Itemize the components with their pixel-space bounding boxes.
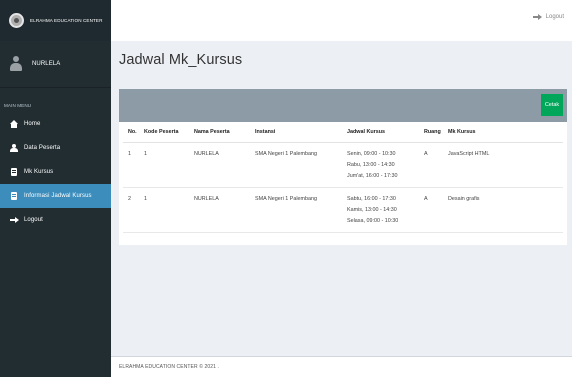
schedule-line: Kamis, 13:00 - 14:30 [347,206,397,213]
column-header-mk-kursus: Mk Kursus [443,122,563,143]
table-header-row: No. Kode Peserta Nama Peserta Instansi J… [123,122,563,143]
schedule-line: Selasa, 09:00 - 10:30 [347,217,399,224]
cell-kode-peserta: 1 [139,142,189,188]
sign-out-icon [9,216,19,225]
logout-link[interactable]: Logout [532,13,564,21]
sidebar-item-label: Data Peserta [24,145,61,151]
sign-out-icon [532,13,542,21]
box-header: Cetak [119,89,567,122]
schedule-line: Sabtu, 16:00 - 17:30 [347,195,396,202]
sidebar-item-informasi-jadwal-kursus[interactable]: Informasi Jadwal Kursus [0,184,111,208]
book-icon [9,168,19,177]
sidebar: ELRAHMA EDUCATION CENTER NURLELA MAIN ME… [0,0,111,377]
logout-label: Logout [545,14,564,20]
sidebar-item-home[interactable]: Home [0,112,111,136]
list-icon [9,192,19,201]
sidebar-item-label: Mk Kursus [24,169,54,175]
cell-ruang: A [419,142,443,188]
cell-mk-kursus: JavaScript HTML [443,142,563,188]
footer: ELRAHMA EDUCATION CENTER © 2021 . [111,356,572,377]
footer-copyright: ELRAHMA EDUCATION CENTER © 2021 . [119,364,219,370]
column-header-jadwal-kursus: Jadwal Kursus [342,122,419,143]
schedule-line: Rabu, 13:00 - 14:30 [347,161,395,168]
menu-header: MAIN MENU [4,103,32,108]
top-navbar: Logout [111,0,572,41]
cell-instansi: SMA Negeri 1 Palembang [250,142,342,188]
cell-instansi: SMA Negeri 1 Palembang [250,187,342,233]
user-icon [9,144,19,153]
cell-jadwal-kursus: Senin, 09:00 - 10:30 Rabu, 13:00 - 14:30… [342,142,419,188]
print-button[interactable]: Cetak [541,94,563,116]
schedule-box: Cetak No. Kode Peserta Nama Peserta Inst… [119,89,567,245]
column-header-no: No. [123,122,139,143]
schedule-table: No. Kode Peserta Nama Peserta Instansi J… [123,122,563,233]
cell-no: 2 [123,187,139,233]
cell-no: 1 [123,142,139,188]
page-title: Jadwal Mk_Kursus [119,52,243,68]
sidebar-item-label: Logout [24,217,43,223]
cell-nama-peserta: NURLELA [189,142,250,188]
sidebar-item-mk-kursus[interactable]: Mk Kursus [0,160,111,184]
table-row: 1 1 NURLELA SMA Negeri 1 Palembang Senin… [123,142,563,188]
column-header-instansi: Instansi [250,122,342,143]
cell-kode-peserta: 1 [139,187,189,233]
user-name: NURLELA [32,61,61,67]
cell-ruang: A [419,187,443,233]
logo-icon [9,13,24,28]
brand[interactable]: ELRAHMA EDUCATION CENTER [0,0,111,41]
table-row: 2 1 NURLELA SMA Negeri 1 Palembang Sabtu… [123,187,563,233]
home-icon [9,120,19,129]
schedule-line: Senin, 09:00 - 10:30 [347,150,396,157]
brand-name: ELRAHMA EDUCATION CENTER [30,18,103,23]
cell-nama-peserta: NURLELA [189,187,250,233]
sidebar-item-label: Informasi Jadwal Kursus [24,193,92,199]
column-header-kode-peserta: Kode Peserta [139,122,189,143]
sidebar-item-data-peserta[interactable]: Data Peserta [0,136,111,160]
schedule-line: Jum'at, 16:00 - 17:30 [347,172,398,179]
column-header-nama-peserta: Nama Peserta [189,122,250,143]
user-panel: NURLELA [0,41,111,88]
sidebar-item-logout[interactable]: Logout [0,208,111,232]
cell-mk-kursus: Desain grafis [443,187,563,233]
column-header-ruang: Ruang [419,122,443,143]
user-avatar-icon [9,56,23,72]
sidebar-item-label: Home [24,121,41,127]
cell-jadwal-kursus: Sabtu, 16:00 - 17:30 Kamis, 13:00 - 14:3… [342,187,419,233]
